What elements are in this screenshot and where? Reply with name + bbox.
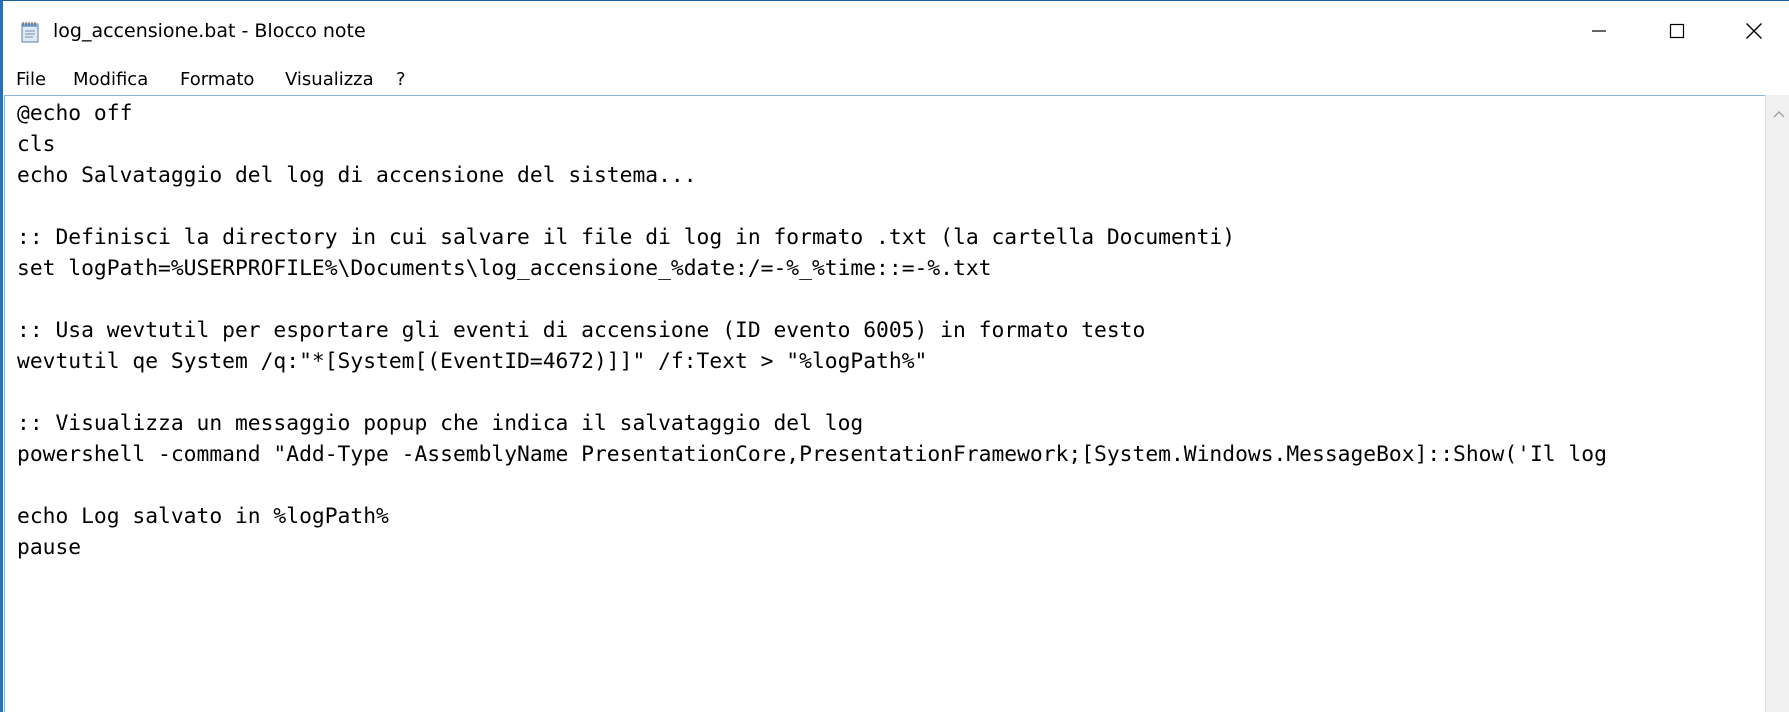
text-editor[interactable]: @echo off cls echo Salvataggio del log d…: [4, 95, 1765, 712]
code-line: powershell -command "Add-Type -AssemblyN…: [17, 442, 1607, 467]
code-line: set logPath=%USERPROFILE%\Documents\log_…: [17, 256, 992, 281]
scroll-up-arrow-icon: [1773, 103, 1785, 122]
menu-help[interactable]: ?: [392, 67, 410, 92]
maximize-button[interactable]: [1638, 1, 1716, 65]
code-line: :: Visualizza un messaggio popup che ind…: [17, 411, 864, 436]
title-bar[interactable]: log_accensione.bat - Blocco note: [3, 1, 1789, 65]
menu-file[interactable]: File: [12, 67, 50, 92]
code-line: pause: [17, 535, 82, 560]
minimize-icon: [1591, 23, 1607, 43]
menu-modifica[interactable]: Modifica: [69, 67, 152, 92]
code-line: echo Salvataggio del log di accensione d…: [17, 163, 697, 188]
code-line: wevtutil qe System /q:"*[System[(EventID…: [17, 349, 928, 374]
code-line: cls: [17, 132, 56, 157]
code-line: :: Definisci la directory in cui salvare…: [17, 225, 1236, 250]
notepad-icon: [19, 21, 41, 43]
notepad-window: log_accensione.bat - Blocco note File Mo…: [0, 0, 1789, 712]
close-icon: [1745, 22, 1763, 44]
close-button[interactable]: [1716, 1, 1789, 65]
menu-visualizza[interactable]: Visualizza: [281, 67, 378, 92]
menu-formato[interactable]: Formato: [176, 67, 258, 92]
scroll-up-button[interactable]: [1766, 95, 1789, 129]
code-line: @echo off: [17, 101, 133, 126]
minimize-button[interactable]: [1560, 1, 1638, 65]
maximize-icon: [1669, 23, 1685, 43]
window-title: log_accensione.bat - Blocco note: [53, 20, 366, 42]
menu-bar: File Modifica Formato Visualizza ?: [3, 65, 1789, 95]
code-line: :: Usa wevtutil per esportare gli eventi…: [17, 318, 1146, 343]
code-line: echo Log salvato in %logPath%: [17, 504, 389, 529]
vertical-scrollbar[interactable]: [1765, 95, 1789, 712]
